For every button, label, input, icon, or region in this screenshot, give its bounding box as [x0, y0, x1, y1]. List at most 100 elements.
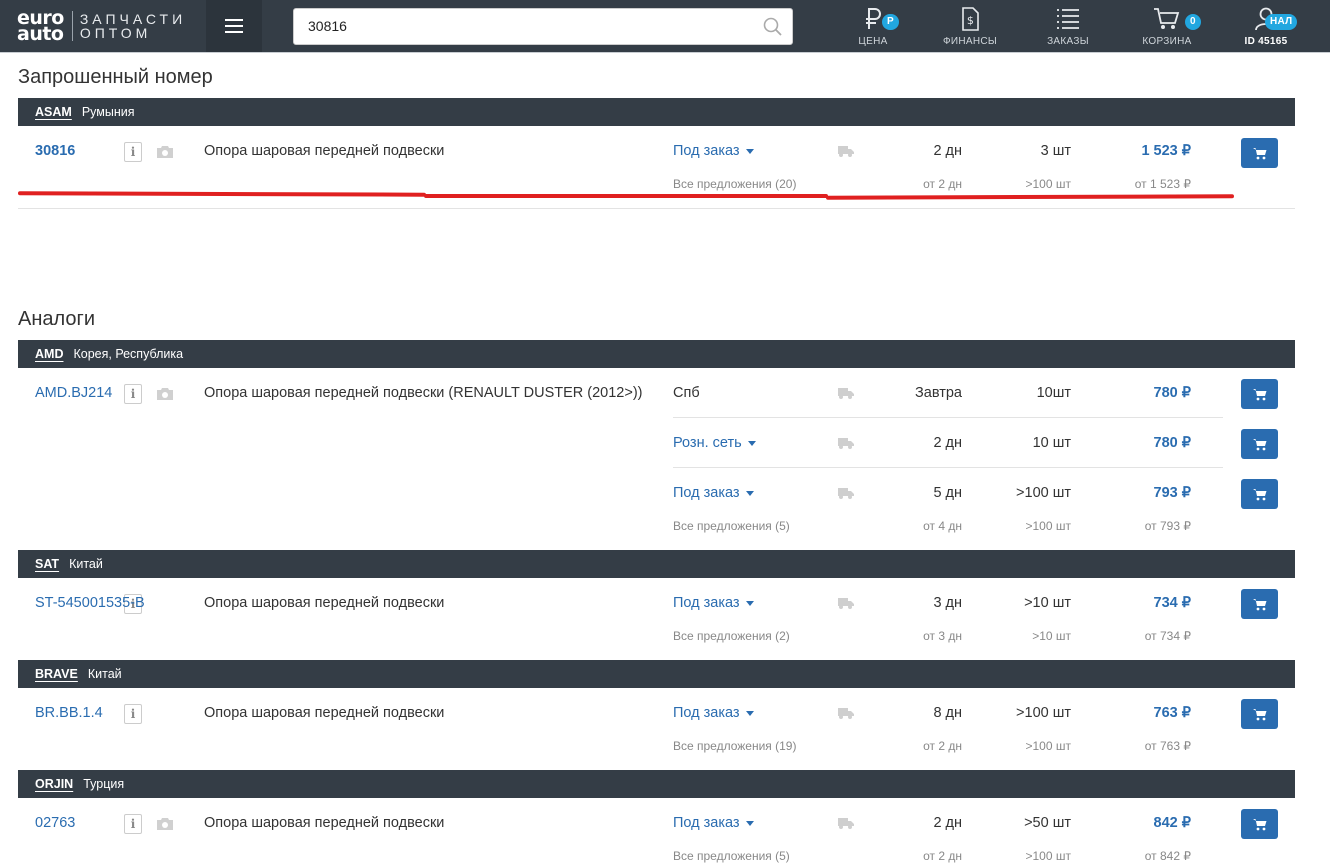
part-number-link[interactable]: ST-545001535-B — [35, 595, 145, 611]
brand-bar-brave: BRAVE Китай — [18, 660, 1295, 688]
add-to-cart-button[interactable] — [1241, 479, 1278, 509]
price: 793 ₽ — [1153, 485, 1191, 501]
nav-cart[interactable]: 0 КОРЗИНА — [1139, 0, 1201, 52]
max-qty: >100 шт — [1025, 739, 1072, 753]
min-price: от 734 ₽ — [1144, 629, 1191, 643]
all-offers-link[interactable]: Все предложения (20) — [673, 177, 796, 191]
camera-icon[interactable] — [156, 817, 174, 831]
top-bar: euro auto ЗАПЧАСТИ ОПТОМ Р ЦЕНА $ ФИНАНС… — [0, 0, 1330, 53]
analog-group-brave: BR.BB.1.4 i Опора шаровая передней подве… — [18, 688, 1295, 770]
brand-country: Корея, Республика — [73, 347, 184, 361]
info-icon[interactable]: i — [124, 704, 142, 724]
payment-type-badge: НАЛ — [1265, 14, 1298, 30]
cart-icon — [1252, 598, 1266, 610]
nav-price[interactable]: Р ЦЕНА — [852, 0, 899, 52]
price: 763 ₽ — [1153, 705, 1191, 721]
price: 842 ₽ — [1153, 815, 1191, 831]
brand-country: Турция — [83, 777, 125, 791]
logo[interactable]: euro auto ЗАПЧАСТИ ОПТОМ — [0, 0, 206, 52]
add-to-cart-button[interactable] — [1241, 379, 1278, 409]
cart-icon — [1252, 488, 1266, 500]
brand-bar-sat: SAT Китай — [18, 550, 1295, 578]
part-description: Опора шаровая передней подвески (RENAULT… — [204, 385, 643, 401]
search-icon[interactable] — [763, 17, 782, 36]
search-input[interactable] — [294, 9, 748, 42]
info-icon[interactable]: i — [124, 814, 142, 834]
availability-dropdown[interactable]: Под заказ — [673, 815, 754, 831]
min-price: от 1 523 ₽ — [1134, 177, 1191, 191]
nav-finance[interactable]: $ ФИНАНСЫ — [938, 0, 1002, 52]
stock-qty: >10 шт — [1024, 595, 1071, 611]
brand-name[interactable]: AMD — [35, 347, 63, 361]
logo-separator — [71, 11, 73, 41]
brand-country: Китай — [69, 557, 103, 571]
cart-icon — [1252, 147, 1266, 159]
availability-dropdown[interactable]: Под заказ — [673, 485, 754, 501]
availability-dropdown[interactable]: Под заказ — [673, 143, 754, 159]
part-number-link[interactable]: 30816 — [35, 143, 75, 159]
cart-icon — [1252, 388, 1266, 400]
brand-name[interactable]: BRAVE — [35, 667, 78, 681]
offer-divider — [673, 467, 1223, 468]
add-to-cart-button[interactable] — [1241, 699, 1278, 729]
analog-group-orjin: 02763 i Опора шаровая передней подвески … — [18, 798, 1295, 863]
part-number-link[interactable]: BR.BB.1.4 — [35, 705, 103, 721]
availability-dropdown[interactable]: Под заказ — [673, 595, 754, 611]
min-days: от 2 дн — [923, 739, 962, 753]
add-to-cart-button[interactable] — [1241, 589, 1278, 619]
chevron-down-icon — [745, 600, 754, 606]
analog-group-sat: i ST-545001535-B Опора шаровая передней … — [18, 578, 1295, 660]
nav-finance-label: ФИНАНСЫ — [942, 36, 998, 47]
stock-qty: >100 шт — [1016, 485, 1071, 501]
all-offers-link[interactable]: Все предложения (19) — [673, 739, 796, 753]
min-days: от 4 дн — [923, 519, 962, 533]
all-offers-link[interactable]: Все предложения (5) — [673, 519, 790, 533]
brand-bar-asam: ASAM Румыния — [18, 98, 1295, 126]
delivery-days: 2 дн — [933, 435, 962, 451]
info-icon[interactable]: i — [124, 384, 142, 404]
brand-name[interactable]: ASAM — [35, 105, 72, 119]
availability-dropdown[interactable]: Под заказ — [673, 705, 754, 721]
info-icon[interactable]: i — [124, 142, 142, 162]
add-to-cart-button[interactable] — [1241, 429, 1278, 459]
part-description: Опора шаровая передней подвески — [204, 705, 445, 721]
availability-dropdown[interactable]: Розн. сеть — [673, 435, 756, 451]
document-dollar-icon: $ — [962, 7, 979, 31]
delivery-days: 3 дн — [933, 595, 962, 611]
chevron-down-icon — [745, 710, 754, 716]
analogs-title: Аналоги — [18, 308, 95, 330]
availability-label: Спб — [673, 385, 700, 401]
part-description: Опора шаровая передней подвески — [204, 143, 445, 159]
brand-country: Румыния — [81, 105, 135, 119]
part-number-link[interactable]: 02763 — [35, 815, 75, 831]
part-number-link[interactable]: AMD.BJ214 — [35, 385, 112, 401]
stock-qty: 3 шт — [1040, 143, 1071, 159]
chevron-down-icon — [745, 148, 754, 154]
nav-user[interactable]: НАЛ ID 45165 — [1238, 0, 1298, 52]
chevron-down-icon — [747, 440, 756, 446]
camera-icon[interactable] — [156, 145, 174, 159]
logo-mark: euro auto — [17, 7, 64, 45]
price: 780 ₽ — [1153, 385, 1191, 401]
brand-name[interactable]: ORJIN — [35, 777, 73, 791]
camera-icon[interactable] — [156, 387, 174, 401]
delivery-days: 8 дн — [933, 705, 962, 721]
part-description: Опора шаровая передней подвески — [204, 815, 445, 831]
menu-button[interactable] — [206, 0, 262, 52]
all-offers-link[interactable]: Все предложения (2) — [673, 629, 790, 643]
all-offers-link[interactable]: Все предложения (5) — [673, 849, 790, 863]
truck-icon — [838, 488, 854, 499]
logo-text: ЗАПЧАСТИ ОПТОМ — [79, 11, 187, 41]
cart-count-badge: 0 — [1185, 14, 1201, 30]
nav-orders[interactable]: ЗАКАЗЫ — [1044, 0, 1092, 52]
min-days: от 2 дн — [923, 849, 962, 863]
row-divider — [18, 208, 1295, 209]
stock-qty: >100 шт — [1016, 705, 1071, 721]
ruble-icon — [866, 8, 881, 29]
hamburger-icon — [225, 19, 243, 33]
brand-name[interactable]: SAT — [35, 557, 59, 571]
delivery-days: 2 дн — [933, 143, 962, 159]
add-to-cart-button[interactable] — [1241, 809, 1278, 839]
price-badge: Р — [882, 14, 899, 30]
add-to-cart-button[interactable] — [1241, 138, 1278, 168]
